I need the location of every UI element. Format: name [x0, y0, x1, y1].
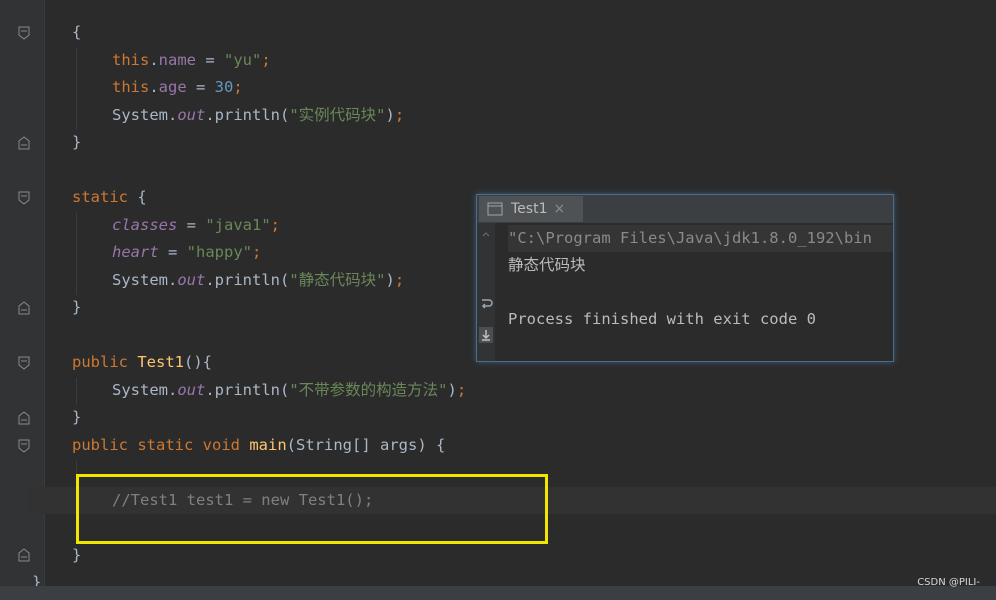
- indent-guide: [76, 378, 77, 405]
- fold-close-icon[interactable]: [18, 548, 30, 562]
- editor-horizontal-scrollbar[interactable]: [0, 586, 996, 600]
- code-line: }: [72, 298, 82, 316]
- up-arrow-icon[interactable]: [479, 227, 493, 243]
- code-line: public static void main(String[] args) {: [72, 436, 446, 454]
- fold-close-icon[interactable]: [18, 301, 30, 315]
- watermark: CSDN @PILI-: [917, 577, 980, 588]
- soft-wrap-icon[interactable]: [479, 297, 493, 313]
- console-output[interactable]: "C:\Program Files\Java\jdk1.8.0_192\bin …: [508, 225, 893, 359]
- code-line: }: [72, 546, 82, 564]
- code-line: System.out.println("不带参数的构造方法");: [112, 381, 467, 399]
- code-line: public Test1(){: [72, 353, 213, 371]
- scroll-to-end-icon[interactable]: [479, 327, 493, 343]
- fold-open-icon[interactable]: [18, 191, 30, 205]
- code-line: heart = "happy";: [112, 243, 262, 261]
- run-sidebar: [477, 223, 495, 361]
- indent-guide: [76, 48, 77, 130]
- close-icon[interactable]: ×: [553, 201, 565, 217]
- code-line: this.name = "yu";: [112, 51, 271, 69]
- fold-close-icon[interactable]: [18, 411, 30, 425]
- run-tab-test1[interactable]: Test1 ×: [479, 196, 583, 222]
- fold-open-icon[interactable]: [18, 356, 30, 370]
- console-command-line: "C:\Program Files\Java\jdk1.8.0_192\bin: [508, 225, 893, 252]
- code-line: static {: [72, 188, 147, 206]
- run-tool-window: Test1 × "C:\Program Files\Java\jdk1.8.0_…: [476, 194, 894, 362]
- indent-guide: [76, 213, 77, 295]
- code-line: classes = "java1";: [112, 216, 280, 234]
- run-tab-bar: Test1 ×: [477, 195, 893, 223]
- code-line: System.out.println("静态代码块");: [112, 271, 405, 289]
- fold-close-icon[interactable]: [18, 136, 30, 150]
- console-exit-line: Process finished with exit code 0: [508, 310, 816, 328]
- code-line: }: [72, 408, 82, 426]
- console-icon: [487, 202, 503, 216]
- code-line: {: [72, 23, 82, 41]
- code-line: }: [72, 133, 82, 151]
- run-tab-label: Test1: [511, 201, 548, 217]
- code-line: this.age = 30;: [112, 78, 243, 96]
- console-output-line: 静态代码块: [508, 256, 586, 274]
- annotation-highlight-box: [76, 474, 548, 544]
- fold-open-icon[interactable]: [18, 439, 30, 453]
- code-line: System.out.println("实例代码块");: [112, 106, 405, 124]
- fold-open-icon[interactable]: [18, 26, 30, 40]
